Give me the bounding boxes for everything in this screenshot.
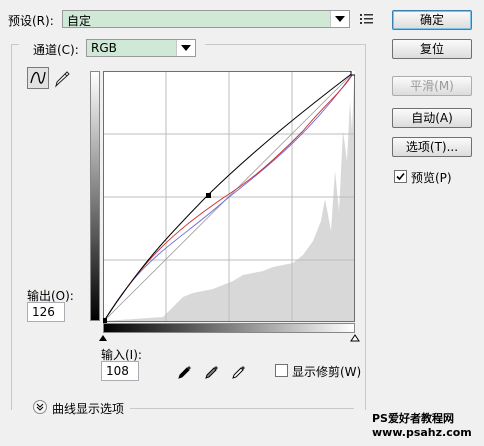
preset-value: 自定	[67, 14, 92, 28]
control-point-selected[interactable]	[206, 193, 211, 198]
group-border-left	[11, 44, 12, 410]
input-field[interactable]: 108	[101, 361, 139, 381]
gray-point-eyedropper-icon[interactable]	[203, 363, 221, 381]
chevron-down-icon[interactable]	[176, 40, 195, 56]
group-border-top-right	[205, 44, 365, 45]
channel-select[interactable]: RGB	[86, 39, 196, 57]
white-point-slider[interactable]	[350, 334, 360, 342]
group-border-top-left	[11, 44, 19, 45]
reset-button[interactable]: 复位	[392, 39, 472, 59]
input-gradient-bar	[103, 323, 355, 333]
show-clipping-label[interactable]: 显示修剪(W)	[292, 363, 361, 380]
options-divider	[130, 408, 354, 409]
channel-label: 通道(C):	[33, 43, 79, 57]
output-field[interactable]: 126	[27, 302, 65, 322]
ok-button[interactable]: 确定	[392, 10, 472, 30]
pencil-tool-icon[interactable]	[53, 68, 73, 88]
checkmark-icon	[396, 172, 405, 181]
preview-label[interactable]: 预览(P)	[411, 169, 452, 186]
curve-graph[interactable]	[103, 71, 355, 323]
expand-chevron-icon[interactable]	[33, 400, 47, 414]
preset-select[interactable]: 自定	[62, 10, 350, 28]
black-point-slider[interactable]	[98, 334, 108, 342]
preview-checkbox[interactable]	[394, 170, 407, 183]
control-point-white[interactable]	[350, 71, 355, 76]
curve-tool-button[interactable]	[27, 67, 49, 89]
output-gradient-bar	[90, 71, 100, 321]
watermark-text: PS爱好者教程网 www.psahz.com	[372, 412, 472, 439]
channel-value: RGB	[91, 41, 117, 55]
show-clipping-checkbox[interactable]	[275, 364, 288, 377]
preset-menu-icon[interactable]	[360, 13, 374, 25]
auto-button[interactable]: 自动(A)	[392, 108, 472, 128]
chevron-double-down-icon	[36, 403, 44, 411]
chevron-down-icon[interactable]	[330, 11, 349, 27]
curve-display-options-label[interactable]: 曲线显示选项	[52, 400, 124, 417]
options-button[interactable]: 选项(T)...	[392, 137, 472, 157]
preset-label: 预设(R):	[8, 14, 54, 28]
curve-tool-icon	[30, 71, 46, 84]
white-point-eyedropper-icon[interactable]	[230, 363, 248, 381]
black-point-eyedropper-icon[interactable]	[176, 363, 194, 381]
smooth-button[interactable]: 平滑(M)	[392, 76, 472, 96]
group-border-right	[365, 44, 366, 410]
